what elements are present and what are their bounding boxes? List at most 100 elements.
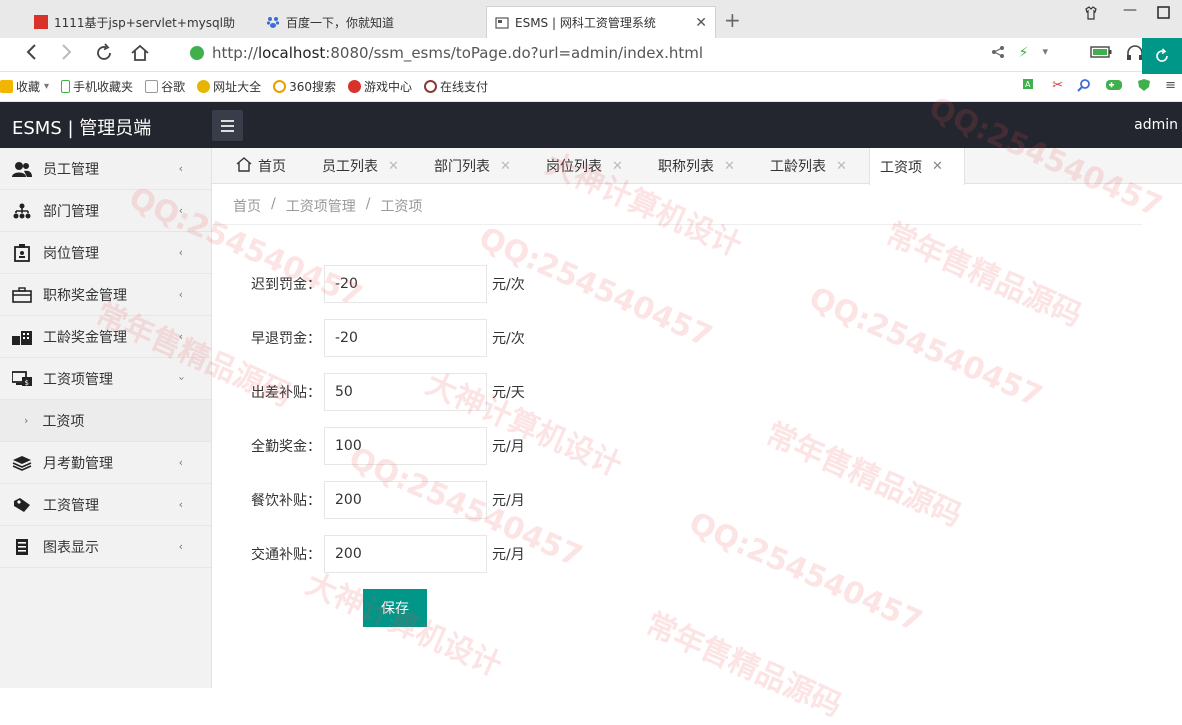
transport-allowance-input[interactable] (324, 535, 487, 573)
layers-icon (12, 454, 32, 472)
sidebar-item-title-bonus[interactable]: 职称奖金管理 ‹ (0, 274, 211, 316)
translate-icon[interactable]: A (1022, 78, 1038, 96)
early-leave-penalty-input[interactable] (324, 319, 487, 357)
bookmark-360[interactable]: 360搜索 (273, 78, 336, 95)
chevron-left-icon: ‹ (178, 288, 183, 301)
refresh-button[interactable] (1142, 38, 1182, 74)
browser-tab-strip: 1111基于jsp+servlet+mysql助 百度一下，你就知道 ESMS … (0, 0, 1182, 38)
field-attendance-bonus: 全勤奖金： 元/月 (212, 427, 525, 465)
sidebar-item-salary-items[interactable]: $ 工资项管理 ‹ (0, 358, 211, 400)
close-icon[interactable]: ✕ (388, 159, 399, 174)
field-transport-allowance: 交通补贴： 元/月 (212, 535, 525, 573)
sidebar-subitem-salary-item[interactable]: › 工资项 (0, 400, 211, 442)
browser-tab-2[interactable]: 百度一下，你就知道 (258, 6, 484, 38)
close-icon[interactable]: ✕ (836, 159, 847, 174)
tab-employee-list[interactable]: 员工列表 ✕ (312, 148, 409, 184)
url-field[interactable]: http:// localhost :8080/ssm_esms/toPage.… (190, 44, 703, 62)
back-icon[interactable] (24, 43, 40, 66)
close-icon[interactable]: ✕ (500, 159, 511, 174)
refresh-icon (1156, 48, 1168, 62)
secure-shield-icon (190, 46, 204, 60)
browser-tab-1[interactable]: 1111基于jsp+servlet+mysql助 (26, 6, 254, 38)
save-button[interactable]: 保存 (363, 589, 427, 627)
chevron-left-icon: ‹ (178, 246, 183, 259)
tab-label: 职称列表 (658, 159, 714, 175)
meal-allowance-input[interactable] (324, 481, 487, 519)
chevron-left-icon: ‹ (178, 498, 183, 511)
tab-seniority-list[interactable]: 工龄列表 ✕ (760, 148, 857, 184)
browser-tab-title: 百度一下，你就知道 (286, 15, 395, 30)
briefcase-icon (12, 286, 32, 304)
search-icon[interactable] (1077, 78, 1091, 96)
home-icon[interactable] (130, 43, 150, 68)
gamepad-icon[interactable] (1105, 78, 1123, 96)
maximize-icon[interactable] (1157, 6, 1170, 23)
field-label: 出差补贴： (251, 385, 321, 401)
tab-home[interactable]: 首页 (226, 148, 296, 184)
forward-icon[interactable] (58, 43, 74, 66)
sidebar-item-seniority-bonus[interactable]: 工龄奖金管理 ‹ (0, 316, 211, 358)
menu-bar (221, 129, 234, 132)
travel-allowance-input[interactable] (324, 373, 487, 411)
scissors-icon[interactable]: ✂ (1052, 78, 1063, 96)
menu-toggle-button[interactable] (212, 110, 243, 141)
bookmark-google[interactable]: 谷歌 (145, 78, 185, 95)
lightning-icon[interactable]: ⚡ (1019, 45, 1029, 65)
chevron-down-icon[interactable]: ▾ (1042, 45, 1048, 65)
close-icon[interactable]: ✕ (724, 159, 735, 174)
new-tab-icon[interactable]: + (724, 8, 741, 32)
chevron-left-icon: ‹ (178, 540, 183, 553)
chevron-left-icon: ‹ (178, 204, 183, 217)
sidebar-item-employees[interactable]: 员工管理 ‹ (0, 148, 211, 190)
sidebar-item-positions[interactable]: 岗位管理 ‹ (0, 232, 211, 274)
tab-position-list[interactable]: 岗位列表 ✕ (536, 148, 633, 184)
url-rest: :8080/ssm_esms/toPage.do?url=admin/index… (325, 44, 704, 62)
attendance-bonus-input[interactable] (324, 427, 487, 465)
battery-icon[interactable] (1090, 45, 1112, 65)
late-penalty-input[interactable] (324, 265, 487, 303)
tab-title-list[interactable]: 职称列表 ✕ (648, 148, 745, 184)
phone-icon (61, 80, 71, 93)
game-icon (348, 80, 361, 93)
sidebar-subitem-label: 工资项 (42, 413, 85, 430)
field-early-leave-penalty: 早退罚金： 元/次 (212, 319, 525, 357)
close-icon[interactable]: ✕ (932, 159, 943, 174)
breadcrumb-home[interactable]: 首页 (233, 196, 261, 216)
users-icon (12, 160, 32, 178)
tab-salary-item[interactable]: 工资项 ✕ (869, 148, 965, 185)
share-icon[interactable] (991, 45, 1005, 65)
monitor-money-icon: $ (12, 370, 32, 388)
minimize-icon[interactable]: — (1123, 2, 1137, 18)
bookmark-games[interactable]: 游戏中心 (348, 78, 412, 95)
close-icon[interactable]: ✕ (612, 159, 623, 174)
bookmark-label: 谷歌 (161, 80, 186, 94)
sidebar-item-label: 工龄奖金管理 (43, 329, 127, 346)
sidebar-item-label: 职称奖金管理 (43, 287, 127, 304)
tab-label: 工龄列表 (770, 159, 826, 175)
sidebar-item-label: 岗位管理 (43, 245, 99, 262)
field-label: 迟到罚金： (251, 277, 321, 293)
tab-department-list[interactable]: 部门列表 ✕ (424, 148, 521, 184)
more-icon[interactable]: ≡ (1165, 78, 1176, 96)
skin-icon[interactable] (1084, 6, 1098, 24)
breadcrumb-section[interactable]: 工资项管理 (286, 196, 356, 216)
close-tab-icon[interactable]: ✕ (689, 15, 707, 31)
bookmark-favorites[interactable]: 收藏 ▾ (0, 78, 49, 95)
bookmark-sites[interactable]: 网址大全 (197, 78, 261, 95)
browser-tab-3[interactable]: ESMS | 网科工资管理系统 ✕ (486, 6, 716, 38)
reload-icon[interactable] (94, 43, 114, 68)
bookmark-mobile[interactable]: 手机收藏夹 (61, 78, 133, 95)
sidebar-item-salary[interactable]: 工资管理 ‹ (0, 484, 211, 526)
shield-yen-icon[interactable] (1137, 78, 1151, 96)
field-unit: 元/次 (492, 331, 525, 347)
sidebar-item-attendance[interactable]: 月考勤管理 ‹ (0, 442, 211, 484)
badge-icon (12, 243, 32, 262)
sidebar-item-departments[interactable]: 部门管理 ‹ (0, 190, 211, 232)
bookmark-pay[interactable]: 在线支付 (424, 78, 488, 95)
breadcrumb-separator: / (271, 196, 276, 212)
chevron-left-icon: ‹ (178, 330, 183, 343)
bookmark-bar: 收藏 ▾ 手机收藏夹 谷歌 网址大全 360搜索 游戏中心 在线支付 A ✂ ≡ (0, 72, 1182, 102)
sidebar-item-charts[interactable]: 图表显示 ‹ (0, 526, 211, 568)
user-menu[interactable]: admin (1134, 117, 1178, 133)
watermark-text: 常年售精品源码 (640, 606, 847, 724)
